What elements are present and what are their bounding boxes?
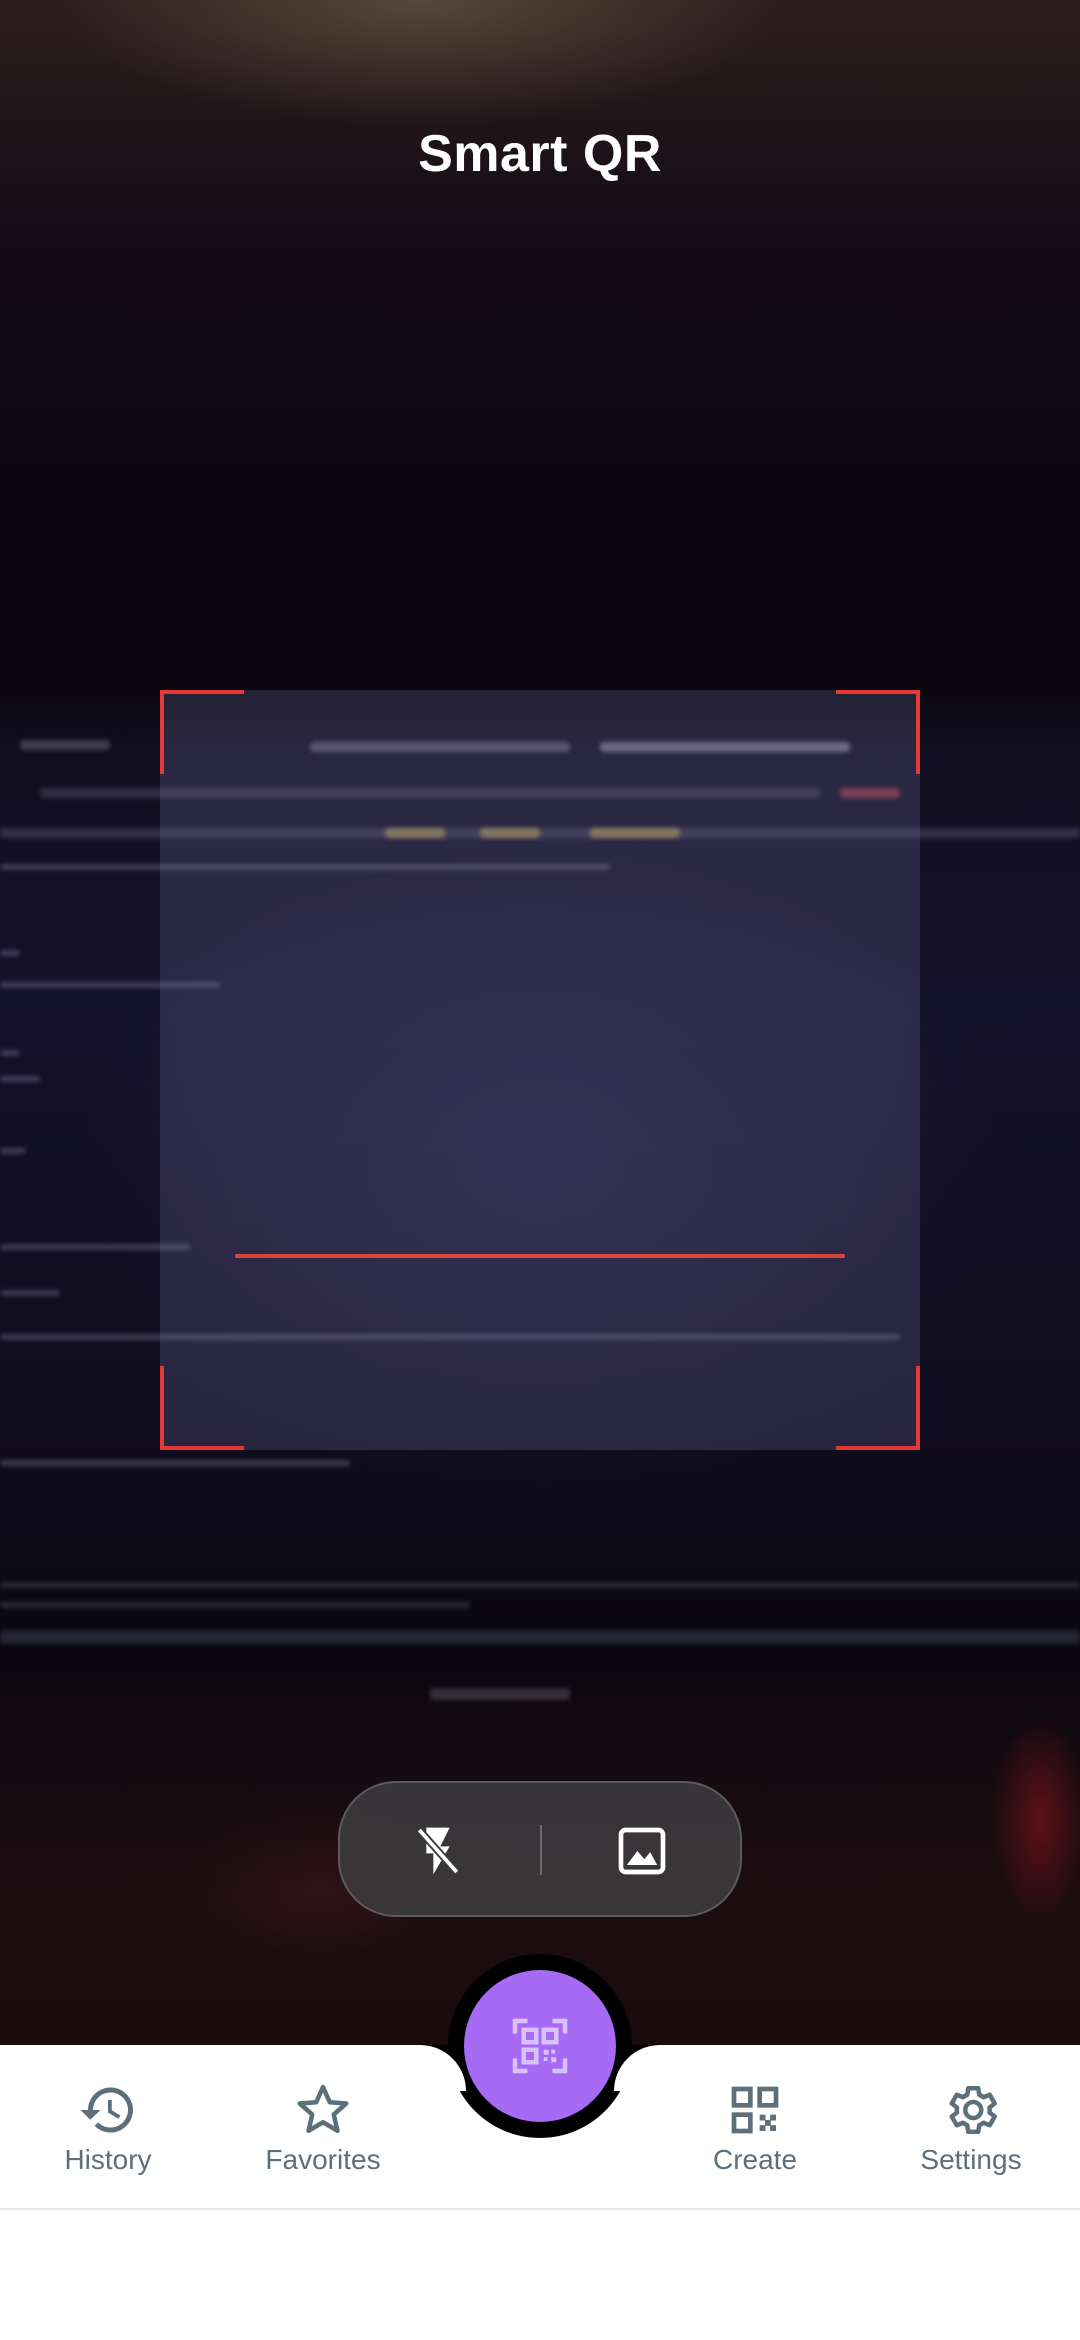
qr-code-icon-wrap <box>725 2080 785 2140</box>
scanner-screen: Smart QR History Favorites Create Settin… <box>0 0 1080 2340</box>
scan-line <box>235 1254 845 1258</box>
blurred-code-line <box>0 1582 1080 1588</box>
scan-corner-bottom-left <box>160 1366 244 1450</box>
star-icon <box>297 2084 349 2133</box>
gear-icon-wrap <box>941 2080 1001 2140</box>
blurred-taskbar <box>0 1630 1080 1644</box>
blurred-code-line <box>0 1148 26 1154</box>
blurred-code-line <box>0 1050 20 1056</box>
gallery-button[interactable] <box>600 1809 684 1893</box>
scan-frame <box>160 690 920 1450</box>
system-nav-area <box>0 2210 1080 2340</box>
nav-settings-label: Settings <box>920 2144 1022 2175</box>
blurred-monitor-brand <box>430 1688 570 1700</box>
nav-create[interactable]: Create <box>655 2080 855 2190</box>
app-title: Smart QR <box>418 125 662 183</box>
camera-controls <box>338 1781 742 1917</box>
flash-off-icon <box>416 1827 460 1875</box>
history-icon-wrap <box>78 2080 138 2140</box>
nav-history[interactable]: History <box>8 2080 208 2190</box>
blurred-code-line <box>0 1460 350 1466</box>
nav-create-label: Create <box>712 2144 798 2175</box>
history-icon <box>80 2087 133 2133</box>
blurred-code-line <box>0 1076 40 1082</box>
nav-settings[interactable]: Settings <box>871 2080 1071 2190</box>
background-red-glow <box>960 1700 1080 1960</box>
qr-scan-icon <box>512 2018 568 2074</box>
controls-divider <box>540 1825 542 1875</box>
blurred-browser-tab <box>20 740 110 750</box>
star-icon-wrap <box>293 2080 353 2140</box>
flash-toggle-button[interactable] <box>396 1809 480 1893</box>
blurred-code-line <box>0 950 20 956</box>
gear-icon <box>949 2086 997 2134</box>
nav-favorites-label: Favorites <box>265 2144 381 2175</box>
scan-button[interactable] <box>464 1970 616 2122</box>
blurred-code-line <box>0 1602 470 1608</box>
blurred-code-line <box>0 1290 60 1296</box>
nav-favorites[interactable]: Favorites <box>223 2080 423 2190</box>
scan-corner-top-right <box>836 690 920 774</box>
image-icon <box>618 1827 666 1875</box>
scan-corner-bottom-right <box>836 1366 920 1450</box>
nav-history-label: History <box>64 2144 152 2175</box>
scan-corner-top-left <box>160 690 244 774</box>
qr-code-icon <box>731 2086 779 2134</box>
